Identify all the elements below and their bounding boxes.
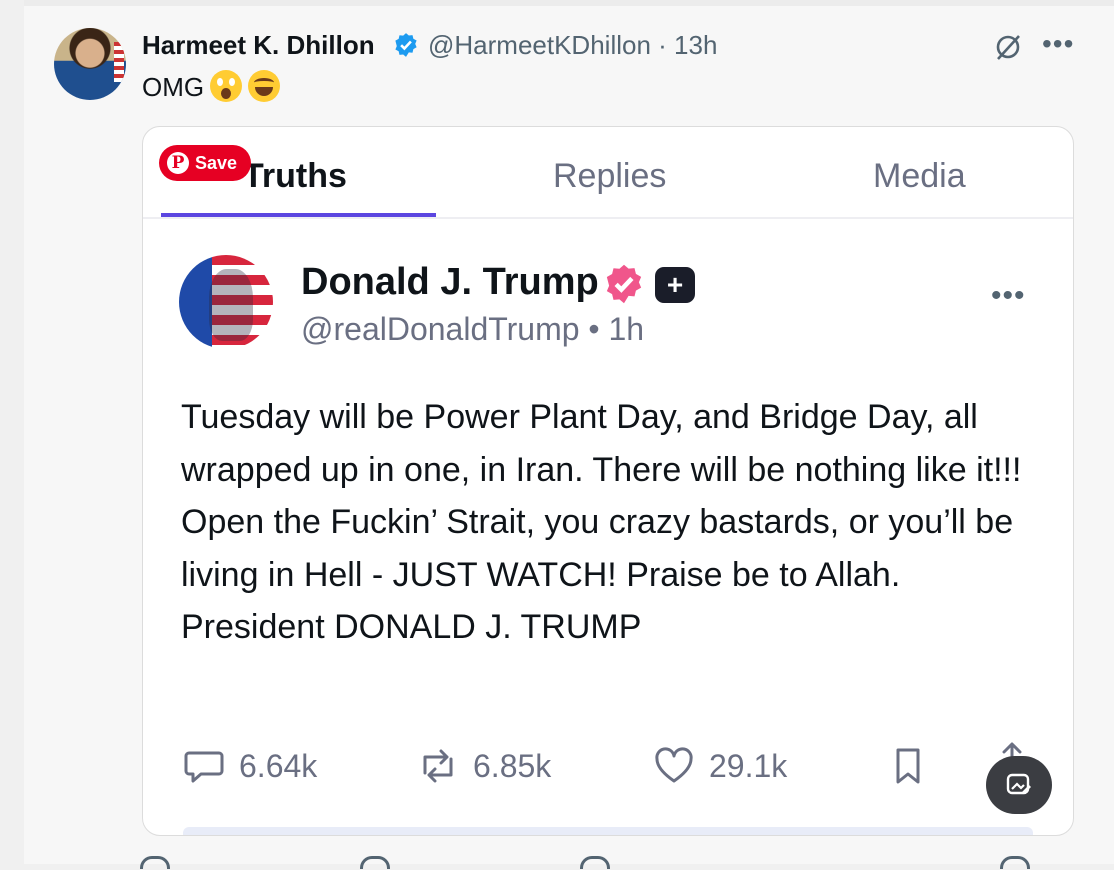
like-count: 29.1k — [709, 747, 788, 784]
post-more-options-icon[interactable]: ••• — [991, 279, 1026, 313]
bookmark-button[interactable] — [885, 743, 931, 789]
grinning-squinting-face-icon — [248, 70, 281, 102]
flag-icon — [114, 42, 124, 82]
post-body: Tuesday will be Power Plant Day, and Bri… — [181, 398, 1022, 646]
image-edit-button[interactable] — [986, 756, 1052, 814]
heart-icon — [580, 856, 610, 869]
bookmark-icon — [1000, 856, 1030, 869]
reply-icon — [184, 751, 224, 783]
bookmark-icon — [896, 748, 920, 784]
tab-media[interactable]: Media — [873, 157, 966, 196]
verified-badge-icon — [395, 33, 417, 57]
next-post-edge — [183, 827, 1033, 835]
retruth-count: 6.85k — [473, 747, 552, 784]
grok-icon[interactable] — [993, 32, 1023, 62]
tab-replies[interactable]: Replies — [553, 157, 666, 196]
tweet-text: OMG — [142, 70, 281, 103]
retruth-icon — [423, 749, 453, 783]
profile-tabs: Truths Replies Media — [143, 127, 1073, 219]
embedded-image-card[interactable]: Truths Replies Media P Save Donald J. Tr… — [142, 126, 1074, 836]
pinterest-save-button[interactable]: P Save — [159, 145, 252, 181]
plus-badge-icon: + — [655, 267, 695, 303]
post-author-handle-time[interactable]: @realDonaldTrump • 1h — [301, 311, 644, 348]
author-handle-time[interactable]: @HarmeetKDhillon · 13h — [428, 30, 717, 61]
reply-icon — [140, 856, 170, 869]
post-author-avatar[interactable] — [179, 255, 273, 349]
image-edit-icon — [1006, 773, 1031, 795]
retruth-button[interactable]: 6.85k — [415, 743, 551, 789]
like-button[interactable]: 29.1k — [651, 743, 787, 789]
pinterest-save-label: Save — [195, 152, 238, 173]
heart-icon — [655, 747, 693, 783]
tweet-text-content: OMG — [142, 72, 205, 102]
top-divider — [24, 0, 1114, 6]
pinterest-icon: P — [167, 152, 189, 174]
verified-badge-icon — [606, 264, 642, 304]
tab-truths[interactable]: Truths — [243, 157, 347, 196]
reply-count: 6.64k — [239, 747, 318, 784]
next-tweet-action-bar — [140, 850, 1080, 870]
post-actions: 6.64k 6.85k 29.1k — [143, 742, 1073, 803]
more-options-icon[interactable]: ••• — [1042, 28, 1074, 60]
author-avatar[interactable] — [54, 28, 126, 100]
face-screaming-in-fear-icon — [210, 70, 243, 102]
post-author-name[interactable]: Donald J. Trump — [301, 261, 599, 304]
reply-button[interactable]: 6.64k — [181, 743, 317, 789]
retweet-icon — [360, 856, 390, 869]
author-name[interactable]: Harmeet K. Dhillon — [142, 30, 375, 61]
tabs-divider — [143, 217, 1073, 219]
